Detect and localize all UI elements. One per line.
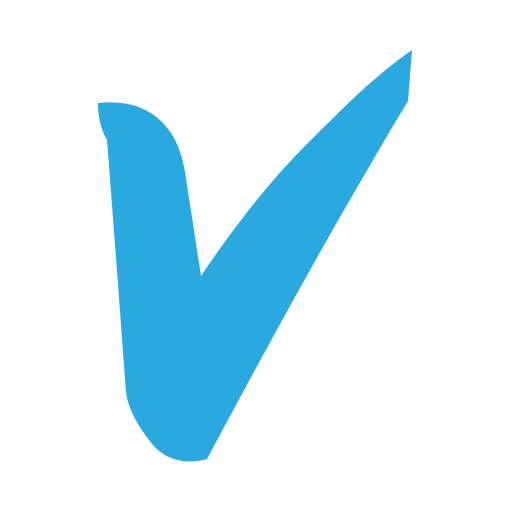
checkmark-shape bbox=[98, 50, 412, 462]
checkmark-icon bbox=[98, 50, 412, 462]
app-icon-canvas bbox=[0, 0, 512, 512]
